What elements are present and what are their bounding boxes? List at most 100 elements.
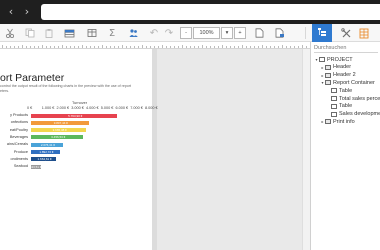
- ruler-tick: [230, 46, 231, 48]
- ruler-tick: [270, 46, 271, 48]
- tree-item-label: Print info: [333, 118, 355, 125]
- tree-item[interactable]: ▸ Header 2: [320, 72, 356, 79]
- ruler-tick: [62, 45, 63, 48]
- chart-category-label: Beverages: [9, 134, 28, 139]
- ruler-tick: [218, 46, 219, 48]
- tree-item[interactable]: Table: [326, 103, 352, 110]
- ruler-tick: [150, 46, 151, 48]
- table-icon: [331, 103, 337, 109]
- ruler-tick: [126, 46, 127, 48]
- ruler-tick: [46, 46, 47, 48]
- tree-view-button[interactable]: [312, 24, 332, 42]
- copy-icon[interactable]: [24, 27, 36, 39]
- back-button[interactable]: ‹: [4, 5, 18, 19]
- format-table-icon[interactable]: [63, 27, 75, 39]
- ruler-tick: [178, 46, 179, 48]
- group-icon[interactable]: [127, 27, 139, 39]
- undo-icon[interactable]: ↶: [148, 27, 160, 39]
- tree-item[interactable]: ▸ Header: [320, 64, 351, 71]
- toolbar-separator: [305, 27, 306, 39]
- ruler-tick: [22, 45, 23, 48]
- ruler-tick: [234, 46, 235, 48]
- tree-item-label: Total sales percenta: [339, 95, 380, 102]
- chart-icon: [331, 111, 337, 117]
- ruler-tick: [134, 46, 135, 48]
- chart-data-label: 5.763,90 €: [68, 113, 83, 118]
- tree-item[interactable]: ▸ Print info: [320, 118, 355, 125]
- tree-item[interactable]: Sales development: [326, 111, 380, 118]
- ruler-tick: [238, 46, 239, 48]
- ruler-tick: [66, 46, 67, 48]
- page-export-icon[interactable]: [274, 27, 286, 39]
- structure-panel: Durchsuchen ▾ PROJECT ▸ Header ▸ Header 2 ▾ Rep…: [310, 42, 380, 250]
- vertical-scrollbar[interactable]: [302, 49, 310, 250]
- tree-item[interactable]: ▾ PROJECT: [314, 56, 352, 63]
- tree-item-label: Header 2: [333, 72, 356, 79]
- ruler-tick: [302, 45, 303, 48]
- zoom-level-field[interactable]: 100%: [193, 27, 220, 39]
- tree-item[interactable]: Total sales percenta: [326, 95, 380, 102]
- ruler-tick: [42, 45, 43, 48]
- zoom-control: - 100% ▾ +: [180, 27, 246, 39]
- zoom-out-button[interactable]: -: [180, 27, 192, 39]
- project-icon: [319, 57, 325, 62]
- chart-category-label: Seafood: [13, 164, 28, 169]
- chart-tick-label: 0 €: [27, 106, 33, 110]
- ruler-tick: [262, 45, 263, 48]
- ruler-tick: [210, 46, 211, 48]
- chart-category-label: onfections: [10, 120, 28, 125]
- zoom-in-button[interactable]: +: [234, 27, 246, 39]
- sum-icon[interactable]: Σ: [106, 27, 118, 39]
- ruler-tick: [170, 46, 171, 48]
- chart-data-label: 3.807,44 €: [53, 120, 68, 125]
- chart-data-label: 3.665,38 €: [52, 128, 67, 133]
- url-input[interactable]: [41, 4, 380, 20]
- zoom-dropdown-button[interactable]: ▾: [221, 27, 233, 39]
- chart-bar-row: ondiments 1.664,61 €: [0, 157, 150, 162]
- chart-tick-label: 7.000 €: [130, 106, 143, 110]
- tree-item[interactable]: Table: [326, 87, 352, 94]
- chart-icon: [331, 96, 337, 101]
- scissors-icon[interactable]: [4, 27, 16, 39]
- band-icon: [325, 119, 331, 125]
- ruler-tick: [274, 46, 275, 48]
- tree-item-label: Report Container: [333, 79, 375, 86]
- grid-settings-icon[interactable]: [358, 27, 370, 39]
- search-input[interactable]: Durchsuchen: [314, 44, 378, 53]
- chart-tick-label: 8.000 €: [145, 106, 158, 110]
- page-gutter: [152, 49, 157, 250]
- ruler-tick: [282, 45, 283, 48]
- table-icon: [331, 88, 337, 94]
- chart-tick-label: 2.000 €: [56, 106, 70, 110]
- forward-button[interactable]: ›: [20, 5, 34, 19]
- ruler-tick: [2, 45, 3, 48]
- paste-icon[interactable]: [43, 27, 55, 39]
- table-icon[interactable]: [86, 27, 98, 39]
- ruler-tick: [294, 46, 295, 48]
- ruler-tick: [162, 45, 163, 48]
- ruler-tick: [198, 46, 199, 48]
- ruler-tick: [50, 46, 51, 48]
- chart-tick-label: 3.000 €: [71, 106, 84, 110]
- chart-tick-label: 1.000 €: [41, 106, 55, 110]
- ruler-tick: [298, 46, 299, 48]
- ruler-tick: [38, 46, 39, 48]
- chart-bar-row: Beverages 3.456,53 €: [0, 135, 150, 140]
- ruler-tick: [30, 46, 31, 48]
- ruler-tick: [158, 46, 159, 48]
- ruler-tick: [118, 46, 119, 48]
- ruler-tick: [266, 46, 267, 48]
- ruler-tick: [202, 45, 203, 48]
- ruler-tick: [94, 46, 95, 48]
- page-icon[interactable]: [253, 27, 265, 39]
- ruler-tick: [290, 46, 291, 48]
- tree-item[interactable]: ▾ Report Container: [320, 79, 375, 86]
- redo-icon[interactable]: ↷: [163, 27, 175, 39]
- ruler-tick: [190, 46, 191, 48]
- ruler-tick: [70, 46, 71, 48]
- ruler-tick: [154, 46, 155, 48]
- ruler-tick: [186, 46, 187, 48]
- ruler-tick: [34, 46, 35, 48]
- tools-icon[interactable]: [340, 27, 352, 39]
- tree-item-label: Table: [339, 103, 353, 110]
